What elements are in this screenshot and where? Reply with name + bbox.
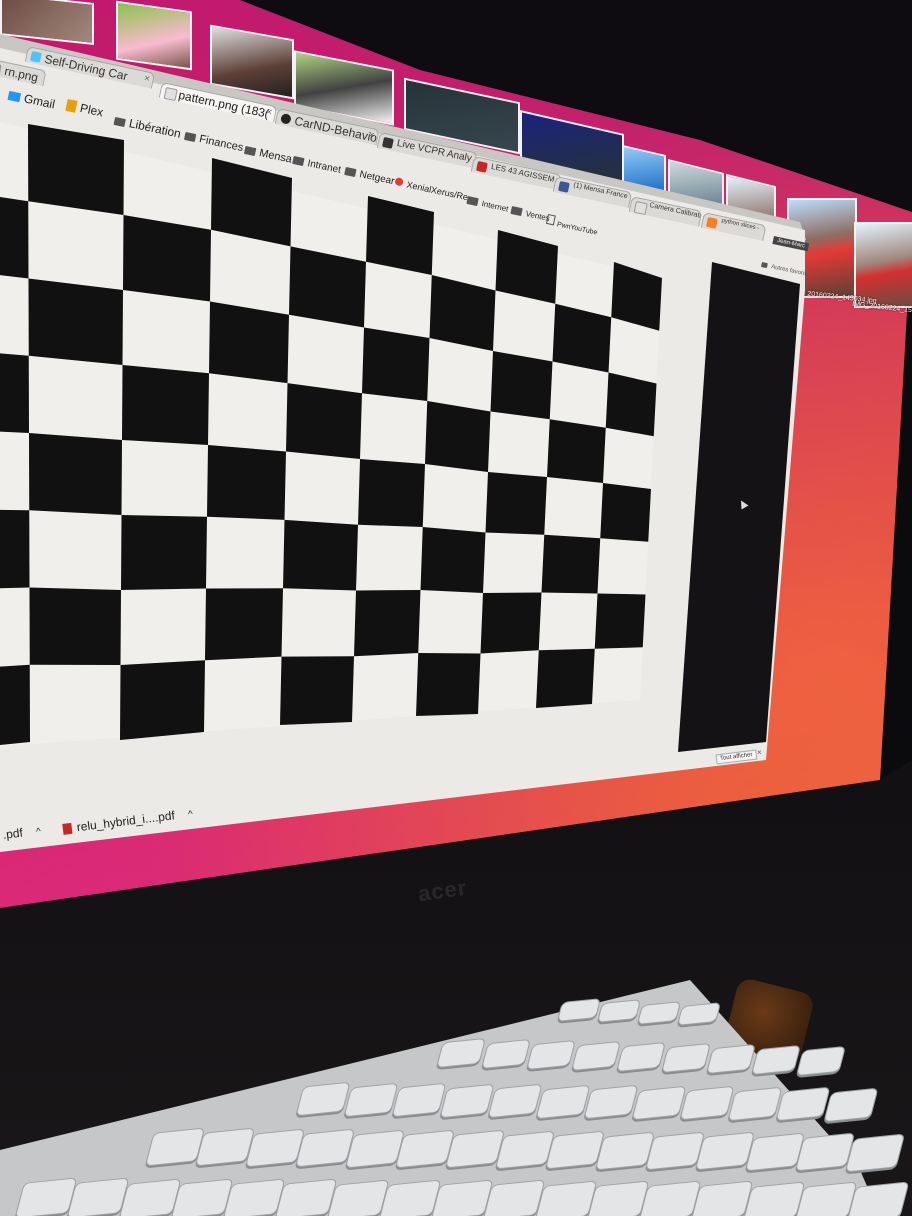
photo-scene: IMG_20160224_145034.jpg IMG_20160224_153… xyxy=(0,0,912,1216)
close-icon[interactable]: × xyxy=(265,106,273,118)
folder-icon xyxy=(183,131,197,143)
close-icon[interactable]: × xyxy=(757,748,762,757)
gmail-icon xyxy=(7,90,22,103)
chevron-up-icon[interactable]: ^ xyxy=(188,809,194,820)
facebook-icon xyxy=(557,180,570,193)
ubuntu-icon xyxy=(394,177,404,187)
tab-favicon xyxy=(381,136,394,149)
github-icon xyxy=(279,112,292,125)
folder-icon xyxy=(760,262,768,269)
plex-icon xyxy=(65,98,78,113)
tab-favicon xyxy=(0,62,2,75)
tab-favicon xyxy=(29,50,42,63)
desktop-file-icon[interactable] xyxy=(854,222,912,308)
folder-icon xyxy=(344,166,357,178)
tab-favicon xyxy=(475,160,488,173)
folder-icon xyxy=(243,145,257,157)
folder-icon xyxy=(510,206,523,217)
tab-favicon xyxy=(163,86,178,102)
folder-icon xyxy=(466,196,479,207)
tab-favicon xyxy=(633,200,648,216)
close-icon[interactable]: × xyxy=(143,73,151,85)
folder-icon xyxy=(292,155,305,167)
page-icon xyxy=(545,214,556,226)
desktop-thumbnail[interactable] xyxy=(116,0,192,71)
folder-icon xyxy=(113,116,126,128)
pdf-icon xyxy=(62,822,73,835)
tab-favicon xyxy=(705,216,718,229)
